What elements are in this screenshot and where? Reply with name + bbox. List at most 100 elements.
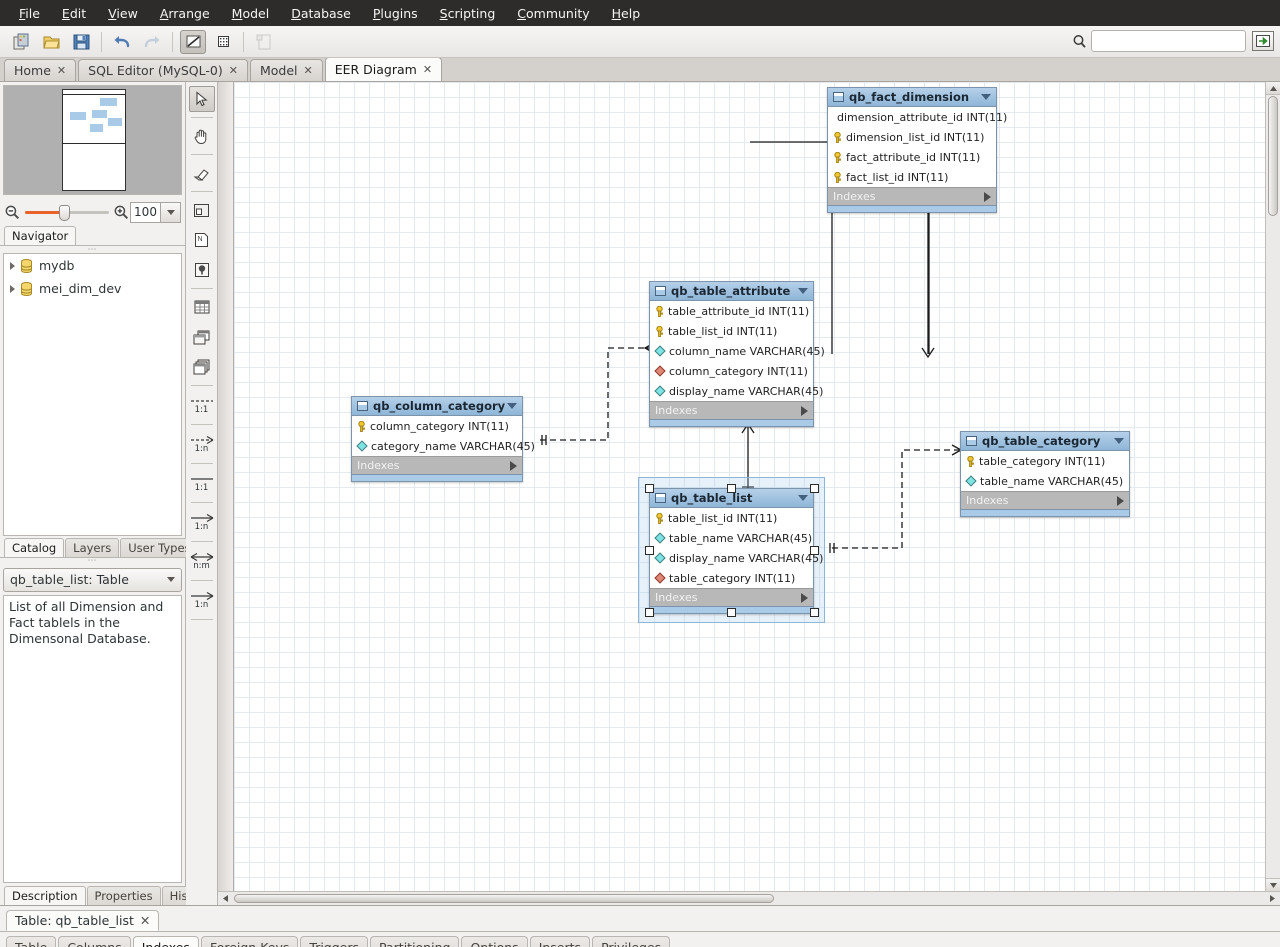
- close-icon[interactable]: ✕: [229, 64, 238, 77]
- relation-1ton-identifying-icon[interactable]: 1:n: [188, 507, 216, 537]
- relation-1to1-nonidentifying-icon[interactable]: 1:1: [188, 390, 216, 420]
- canvas-horizontal-scroll-thumb[interactable]: [234, 894, 774, 903]
- chevron-down-icon[interactable]: [507, 403, 517, 409]
- close-icon[interactable]: ✕: [57, 64, 66, 77]
- close-icon[interactable]: ✕: [140, 913, 150, 928]
- close-icon[interactable]: ✕: [304, 64, 313, 77]
- tab-inserts[interactable]: Inserts: [530, 936, 590, 947]
- chevron-right-icon[interactable]: [510, 461, 517, 471]
- undo-icon[interactable]: [109, 30, 135, 54]
- scroll-left-arrow[interactable]: [218, 892, 233, 905]
- panel-splitter[interactable]: ⋯: [0, 558, 185, 565]
- note-tool-icon[interactable]: N: [189, 227, 215, 253]
- eer-indexes-section[interactable]: Indexes: [828, 187, 996, 205]
- tab-indexes[interactable]: Indexes: [133, 936, 199, 947]
- view-tool-icon[interactable]: [189, 324, 215, 350]
- grid-snap-icon[interactable]: [210, 30, 236, 54]
- eer-table-qb_table_list[interactable]: qb_table_listtable_list_id INT(11)table_…: [649, 488, 814, 614]
- tab-description[interactable]: Description: [4, 886, 86, 905]
- resize-handle[interactable]: [645, 608, 654, 617]
- tab-partitioning[interactable]: Partitioning: [370, 936, 459, 947]
- relation-1ton-nonidentifying-icon[interactable]: 1:n: [188, 429, 216, 459]
- main-tab-home[interactable]: Home✕: [4, 59, 76, 81]
- eer-column[interactable]: column_category INT(11): [352, 416, 522, 436]
- eer-column[interactable]: table_category INT(11): [961, 451, 1129, 471]
- zoom-dropdown-button[interactable]: [161, 202, 181, 223]
- export-icon[interactable]: [1252, 31, 1274, 51]
- zoom-slider[interactable]: [25, 204, 109, 221]
- zoom-out-icon[interactable]: [4, 204, 21, 221]
- eer-column[interactable]: dimension_list_id INT(11): [828, 127, 996, 147]
- main-tab-sql-editor-mysql-0[interactable]: SQL Editor (MySQL-0)✕: [78, 59, 248, 81]
- catalog-tree[interactable]: mydbmei_dim_dev: [3, 253, 182, 536]
- tree-item-mei_dim_dev[interactable]: mei_dim_dev: [4, 277, 181, 300]
- chevron-down-icon[interactable]: [981, 94, 991, 100]
- eer-table-header[interactable]: qb_table_category: [961, 432, 1129, 451]
- eer-column[interactable]: fact_list_id INT(11): [828, 167, 996, 187]
- eer-column[interactable]: column_category INT(11): [650, 361, 813, 381]
- selected-object-dropdown[interactable]: qb_table_list: Table: [3, 568, 182, 592]
- tab-properties[interactable]: Properties: [87, 886, 161, 905]
- eer-table-header[interactable]: qb_column_category: [352, 397, 522, 416]
- tab-columns[interactable]: Columns: [58, 936, 130, 947]
- eer-column[interactable]: table_name VARCHAR(45): [650, 528, 813, 548]
- eer-column[interactable]: column_name VARCHAR(45): [650, 341, 813, 361]
- open-model-icon[interactable]: [38, 30, 64, 54]
- eer-table-header[interactable]: qb_table_attribute: [650, 282, 813, 301]
- eer-column[interactable]: fact_attribute_id INT(11): [828, 147, 996, 167]
- chevron-down-icon[interactable]: [798, 288, 808, 294]
- resize-handle[interactable]: [810, 546, 819, 555]
- eer-column[interactable]: table_attribute_id INT(11): [650, 301, 813, 321]
- eer-column[interactable]: category_name VARCHAR(45): [352, 436, 522, 456]
- pointer-tool-icon[interactable]: [189, 86, 215, 112]
- eer-column[interactable]: table_name VARCHAR(45): [961, 471, 1129, 491]
- eraser-tool-icon[interactable]: [189, 160, 215, 186]
- tab-navigator[interactable]: Navigator: [4, 226, 76, 245]
- expand-triangle-icon[interactable]: [10, 285, 15, 293]
- eer-column[interactable]: table_list_id INT(11): [650, 508, 813, 528]
- expand-triangle-icon[interactable]: [10, 262, 15, 270]
- menu-item-help[interactable]: Help: [601, 3, 652, 24]
- tree-item-mydb[interactable]: mydb: [4, 254, 181, 277]
- new-model-icon[interactable]: [8, 30, 34, 54]
- canvas-horizontal-scrollbar[interactable]: [218, 891, 1280, 905]
- eer-canvas[interactable]: qb_fact_dimensiondimension_attribute_id …: [234, 82, 1265, 891]
- menu-item-database[interactable]: Database: [280, 3, 362, 24]
- menu-item-edit[interactable]: Edit: [51, 3, 97, 24]
- resize-handle[interactable]: [727, 484, 736, 493]
- chevron-down-icon[interactable]: [798, 495, 808, 501]
- relation-ntom-icon[interactable]: n:m: [188, 546, 216, 576]
- relation-pick-columns-icon[interactable]: 1:n: [188, 585, 216, 615]
- eer-column[interactable]: dimension_attribute_id INT(11): [828, 107, 996, 127]
- main-tab-eer-diagram[interactable]: EER Diagram✕: [325, 57, 442, 81]
- chevron-right-icon[interactable]: [801, 593, 808, 603]
- chevron-right-icon[interactable]: [1117, 496, 1124, 506]
- main-tab-model[interactable]: Model✕: [250, 59, 323, 81]
- menu-item-file[interactable]: File: [8, 3, 51, 24]
- eer-column[interactable]: display_name VARCHAR(45): [650, 548, 813, 568]
- scroll-right-arrow[interactable]: [1265, 892, 1280, 905]
- eer-indexes-section[interactable]: Indexes: [352, 456, 522, 474]
- navigator-viewport[interactable]: [62, 94, 126, 144]
- menu-item-arrange[interactable]: Arrange: [149, 3, 221, 24]
- table-tool-icon[interactable]: [189, 294, 215, 320]
- resize-handle[interactable]: [727, 608, 736, 617]
- menu-item-scripting[interactable]: Scripting: [429, 3, 507, 24]
- tab-foreign-keys[interactable]: Foreign Keys: [201, 936, 298, 947]
- layer-tool-icon[interactable]: [189, 197, 215, 223]
- save-model-icon[interactable]: [68, 30, 94, 54]
- eer-indexes-section[interactable]: Indexes: [650, 401, 813, 419]
- scroll-up-arrow[interactable]: [1266, 82, 1280, 95]
- search-input[interactable]: [1091, 30, 1246, 52]
- panel-splitter[interactable]: ⋯: [0, 246, 185, 253]
- close-icon[interactable]: ✕: [423, 63, 432, 76]
- eer-table-qb_column_category[interactable]: qb_column_categorycolumn_category INT(11…: [351, 396, 523, 482]
- resize-handle[interactable]: [645, 546, 654, 555]
- eer-column[interactable]: display_name VARCHAR(45): [650, 381, 813, 401]
- scroll-down-arrow[interactable]: [1266, 878, 1280, 891]
- eer-column[interactable]: table_category INT(11): [650, 568, 813, 588]
- eer-table-qb_table_attribute[interactable]: qb_table_attributetable_attribute_id INT…: [649, 281, 814, 427]
- menu-item-community[interactable]: Community: [506, 3, 600, 24]
- resize-handle[interactable]: [810, 484, 819, 493]
- resize-handle[interactable]: [645, 484, 654, 493]
